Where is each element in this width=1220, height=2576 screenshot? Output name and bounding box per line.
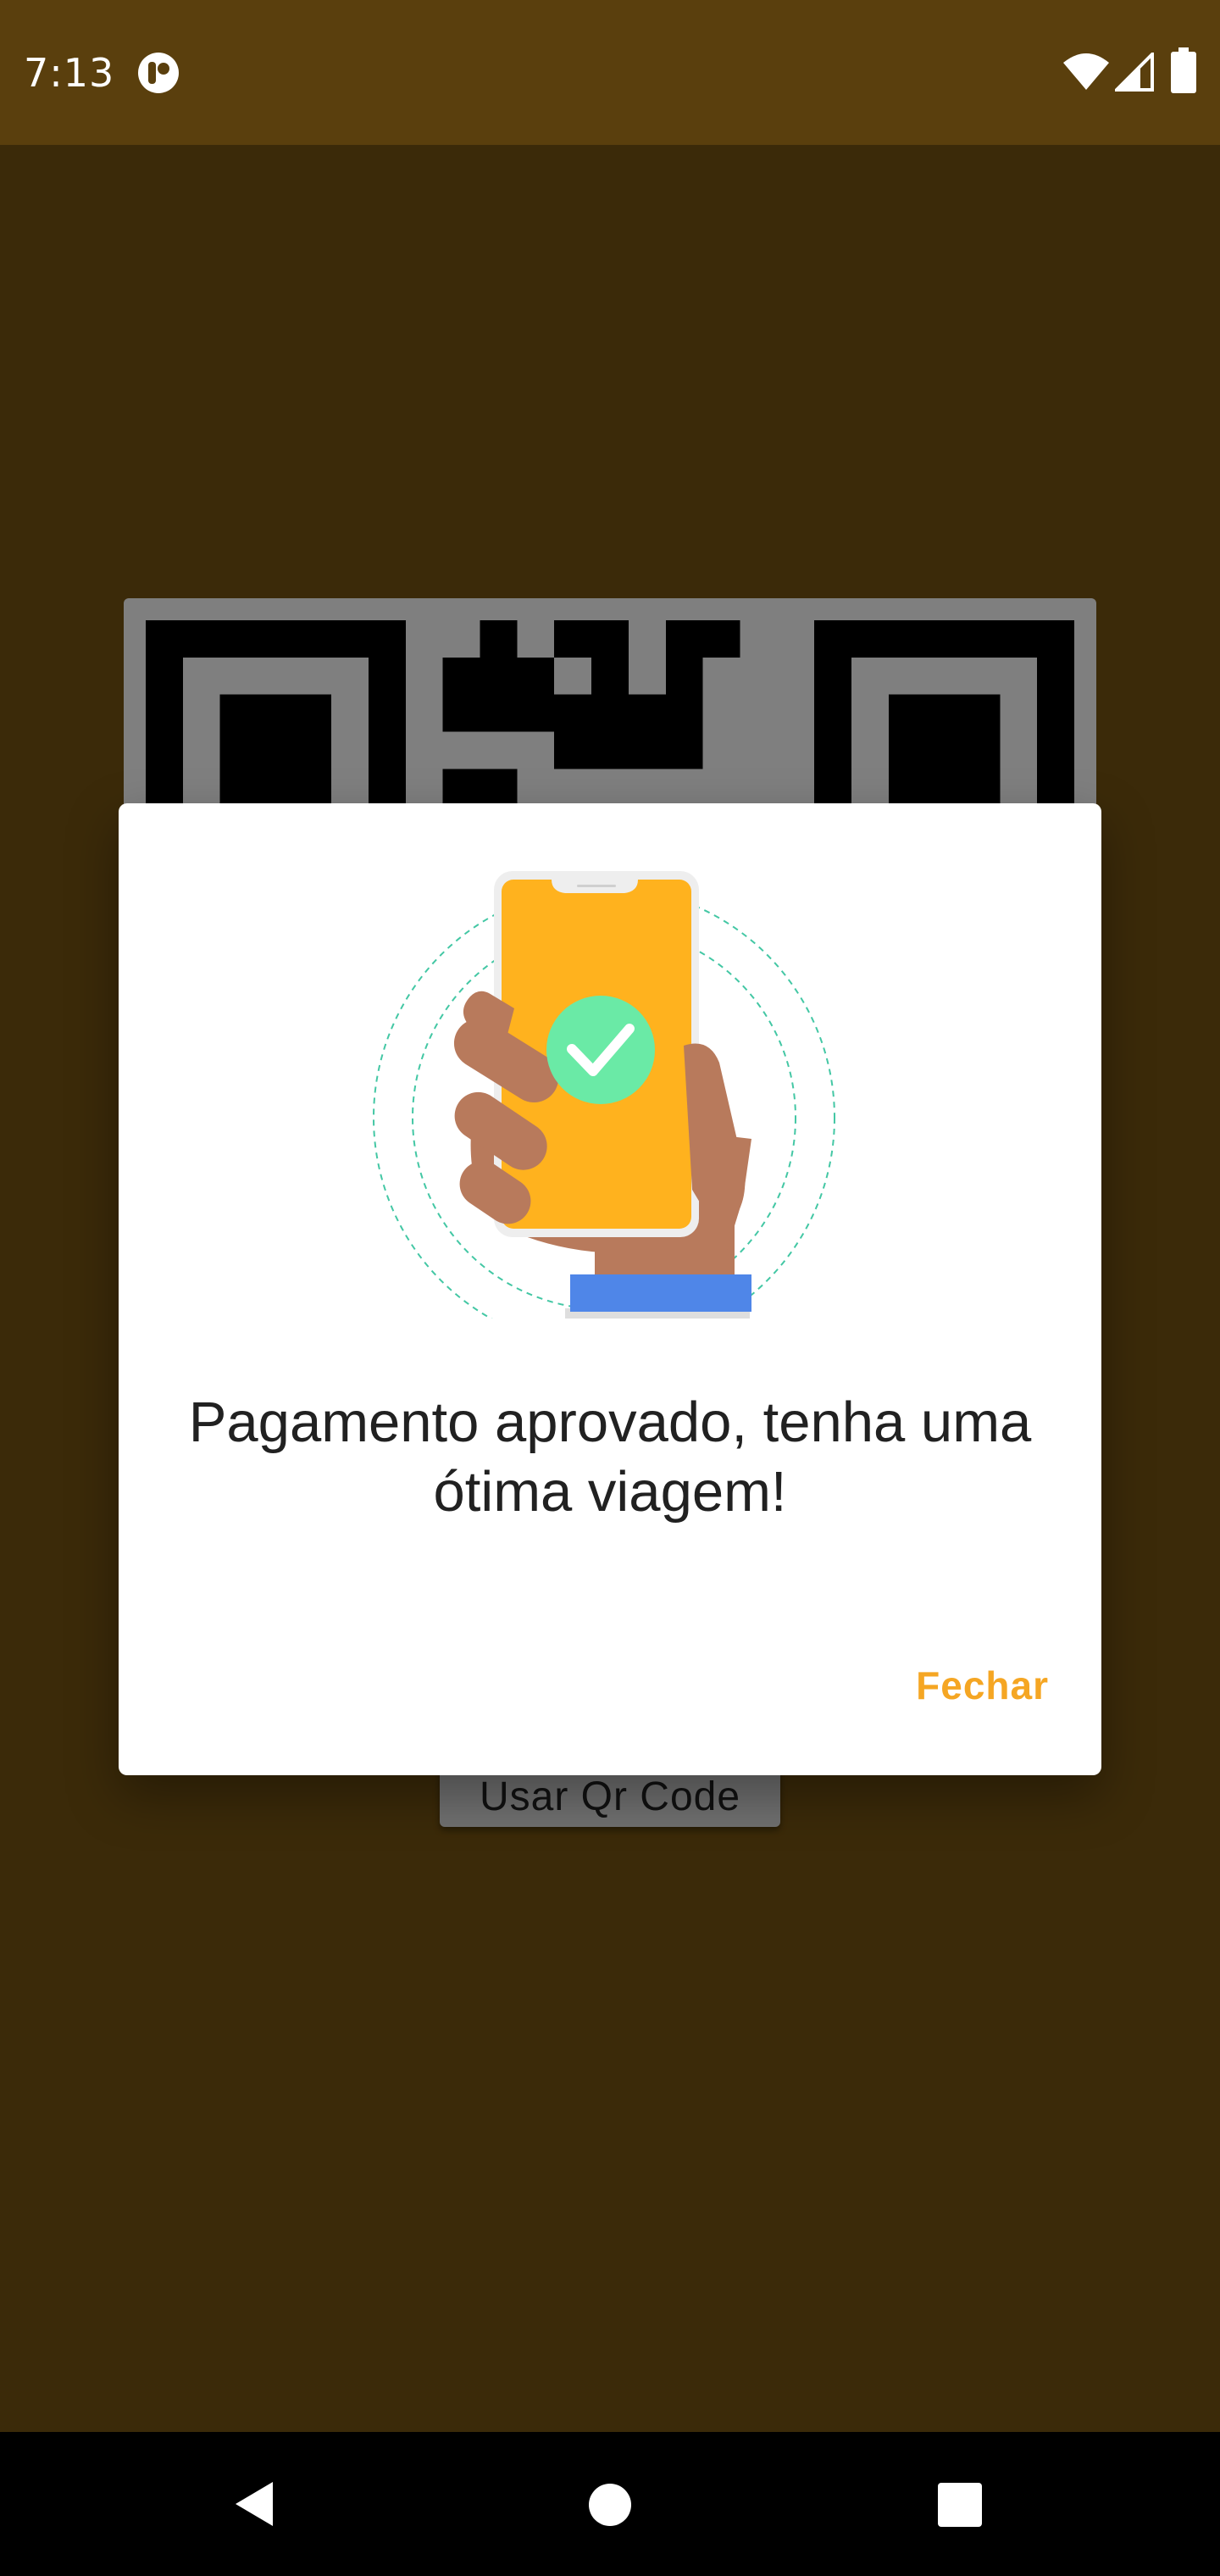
payment-approved-dialog: Pagamento aprovado, tenha uma ótima viag…: [119, 803, 1101, 1775]
status-bar: 7:13: [0, 0, 1220, 145]
battery-icon: [1171, 47, 1196, 93]
signal-icon: [1115, 53, 1154, 92]
wifi-icon: [1063, 53, 1109, 90]
recents-icon[interactable]: [938, 2483, 982, 2527]
home-icon[interactable]: [588, 2483, 632, 2527]
close-button[interactable]: Fechar: [896, 1647, 1049, 1724]
status-time: 7:13: [24, 50, 115, 96]
back-icon[interactable]: [229, 2478, 281, 2530]
app-notification-icon: [138, 53, 179, 93]
phone-approved-illustration: [373, 871, 835, 1319]
dialog-message: Pagamento aprovado, tenha uma ótima viag…: [188, 1391, 1032, 1524]
navigation-bar: [0, 2432, 1220, 2576]
